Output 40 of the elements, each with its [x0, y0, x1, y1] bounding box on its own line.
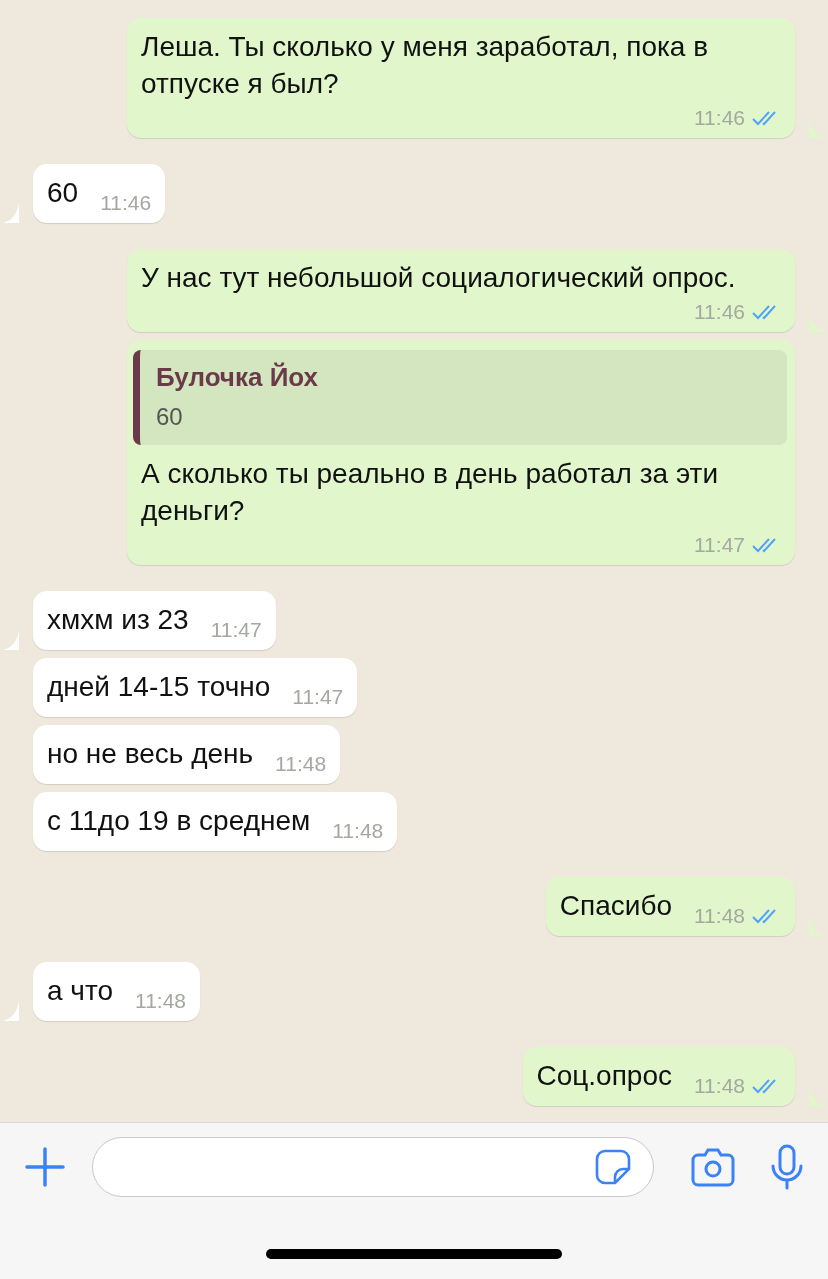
message-text: У нас тут небольшой социалогический опрос. — [141, 261, 736, 295]
sticker-icon[interactable] — [595, 1149, 631, 1185]
message-time: 11:48 — [332, 819, 384, 843]
message-text: Соц.опрос — [536, 1059, 672, 1093]
message-time: 11:46 — [694, 106, 745, 130]
outgoing-message-bubble[interactable]: Спасибо 11:48 — [545, 877, 795, 936]
message-text: а что — [47, 974, 114, 1008]
incoming-message-bubble[interactable]: 60 11:46 — [33, 164, 166, 223]
outgoing-message-bubble[interactable]: Соц.опрос 11:48 — [522, 1047, 795, 1106]
quote-author: Булочка Йох — [156, 362, 320, 393]
message-time: 11:46 — [100, 191, 152, 215]
message-text: Спасибо — [559, 889, 672, 923]
message-text: дней 14-15 точно — [47, 670, 271, 704]
add-button[interactable] — [24, 1146, 66, 1188]
message-text: 60 — [47, 176, 79, 210]
incoming-message-bubble[interactable]: а что 11:48 — [33, 962, 201, 1021]
message-text: хмхм из 23 — [47, 603, 189, 637]
incoming-message-bubble[interactable]: но не весь день 11:48 — [33, 725, 341, 784]
incoming-message-bubble[interactable]: дней 14-15 точно 11:47 — [33, 658, 358, 717]
message-time: 11:48 — [694, 1074, 745, 1098]
microphone-icon[interactable] — [770, 1144, 804, 1190]
message-text: но не весь день — [47, 737, 254, 771]
message-time: 11:48 — [694, 904, 745, 928]
quoted-message[interactable]: Булочка Йох 60 — [133, 350, 787, 445]
incoming-message-bubble[interactable]: с 11до 19 в среднем 11:48 — [33, 792, 398, 851]
message-time: 11:47 — [210, 618, 262, 642]
message-time: 11:47 — [292, 685, 344, 709]
incoming-message-bubble[interactable]: хмхм из 23 11:47 — [33, 591, 276, 650]
message-time: 11:47 — [694, 533, 745, 557]
quote-text: 60 — [156, 403, 184, 431]
outgoing-message-bubble[interactable]: У нас тут небольшой социалогический опрос. 11:46 — [127, 249, 795, 332]
camera-icon[interactable] — [690, 1147, 736, 1187]
outgoing-message-bubble[interactable]: Леша. Ты сколько у меня заработал, пока в отпуске я был? 11:46 — [127, 18, 795, 138]
message-text: с 11до 19 в среднем — [47, 804, 311, 838]
message-time: 11:46 — [694, 300, 745, 324]
message-text: А сколько ты реально в день работал за эти деньги? — [141, 457, 720, 528]
outgoing-message-bubble[interactable]: Булочка Йох 60 А сколько ты реально в день работал за эти деньги? 11:47 — [127, 340, 795, 565]
message-time: 11:48 — [275, 752, 327, 776]
message-text: Леша. Ты сколько у меня заработал, пока в отпуске я был? — [141, 30, 710, 101]
message-time: 11:48 — [135, 989, 187, 1013]
